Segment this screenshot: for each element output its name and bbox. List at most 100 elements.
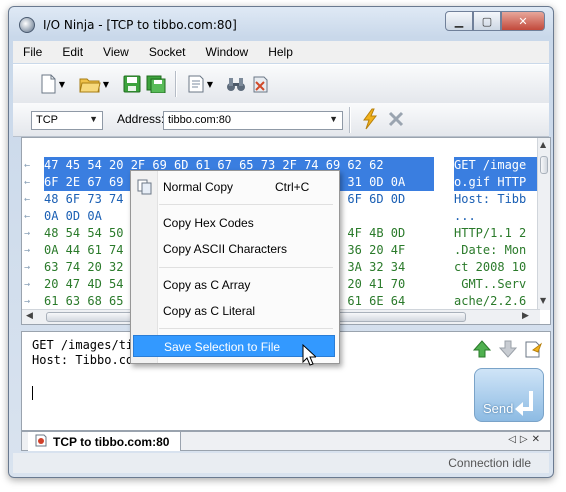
ascii-text: .Date: Mon — [454, 243, 527, 257]
ascii-text: GET /image — [454, 157, 538, 174]
address-value: tibbo.com:80 — [168, 114, 231, 126]
menu-file[interactable]: File — [13, 45, 52, 59]
close-icon[interactable]: ✕ — [501, 11, 545, 31]
save-icon[interactable] — [121, 73, 143, 95]
incoming-arrow-icon: → — [24, 279, 31, 290]
window-controls: ▁ ▢ ✕ — [445, 11, 545, 31]
tab-next-icon[interactable]: ▷ — [520, 434, 532, 445]
protocol-value: TCP — [36, 114, 58, 126]
menu-item-label: Copy as C Literal — [163, 304, 256, 318]
menu-item-shortcut: Ctrl+C — [275, 180, 310, 194]
open-dropdown-icon[interactable]: ▼ — [101, 73, 111, 95]
enter-arrow-icon — [513, 389, 537, 420]
main-toolbar: ▼ ▼ ▼ — [13, 64, 549, 104]
title-bar[interactable]: I/O Ninja - [TCP to tibbo.com:80] ▁ ▢ ✕ — [9, 7, 553, 41]
menu-bar: File Edit View Socket Window Help — [13, 41, 549, 63]
log-vertical-scrollbar[interactable]: ▲ ▼ — [537, 138, 550, 310]
ascii-text: Host: Tibb — [454, 192, 527, 206]
window-title: I/O Ninja - [TCP to tibbo.com:80] — [43, 18, 237, 32]
send-options — [472, 340, 544, 361]
connection-toolbar: TCP ▼ Address: tibbo.com:80 ▼ — [13, 103, 549, 137]
minimize-icon[interactable]: ▁ — [445, 11, 473, 31]
connect-lightning-icon[interactable] — [359, 108, 381, 130]
ascii-text: o.gif HTTP — [454, 174, 538, 191]
incoming-arrow-icon: → — [24, 228, 31, 239]
address-label: Address: — [117, 112, 165, 126]
outgoing-arrow-icon: ← — [24, 194, 31, 205]
text-caret — [32, 386, 33, 400]
copy-icon — [137, 179, 153, 202]
new-document-icon[interactable] — [37, 73, 59, 95]
menu-item-label: Copy as C Array — [163, 278, 251, 292]
menu-item-copy-c-array[interactable]: Copy as C Array — [133, 274, 335, 296]
context-menu: Normal Copy Ctrl+C Copy Hex Codes Copy A… — [130, 170, 340, 364]
chevron-down-icon: ▼ — [89, 114, 98, 124]
tab-label: TCP to tibbo.com:80 — [53, 434, 170, 449]
incoming-arrow-icon: → — [24, 245, 31, 256]
send-line-1: GET /images/ti — [32, 338, 134, 352]
tcp-session-icon — [34, 433, 48, 450]
ascii-text: GMT..Serv — [454, 277, 527, 291]
log-header-row: Established TCP connection with 81.171.4… — [22, 140, 550, 189]
outgoing-arrow-icon: ← — [24, 160, 31, 171]
protocol-select[interactable]: TCP ▼ — [31, 111, 103, 130]
menu-help[interactable]: Help — [258, 45, 303, 59]
arrow-up-icon[interactable] — [472, 340, 492, 361]
menu-separator — [159, 204, 333, 205]
binoculars-icon[interactable] — [225, 73, 247, 95]
tab-bar: TCP to tibbo.com:80 ◁▷✕ — [21, 431, 551, 451]
disconnect-icon[interactable] — [385, 108, 407, 130]
send-file-icon[interactable] — [524, 340, 544, 361]
ascii-text: ache/2.2.6 — [454, 294, 527, 308]
scroll-left-icon[interactable]: ◀ — [26, 311, 33, 321]
menu-socket[interactable]: Socket — [139, 45, 196, 59]
mouse-pointer-icon — [302, 343, 318, 369]
menu-item-copy-c-literal[interactable]: Copy as C Literal — [133, 300, 335, 322]
incoming-arrow-icon: → — [24, 262, 31, 273]
scroll-down-icon[interactable]: ▼ — [540, 296, 546, 305]
menu-item-copy-ascii[interactable]: Copy ASCII Characters — [133, 238, 335, 260]
tab-tcp-connection[interactable]: TCP to tibbo.com:80 — [28, 432, 181, 451]
incoming-arrow-icon: → — [24, 296, 31, 307]
ascii-text: HTTP/1.1 2 — [454, 226, 527, 240]
maximize-icon[interactable]: ▢ — [473, 11, 501, 31]
status-bar: Connection idle — [13, 453, 549, 473]
ascii-text: ... — [454, 209, 476, 223]
menu-item-normal-copy[interactable]: Normal Copy Ctrl+C — [133, 176, 335, 198]
arrow-down-icon[interactable] — [498, 340, 518, 361]
clear-icon[interactable] — [249, 73, 271, 95]
app-icon — [19, 17, 35, 33]
toolbar-separator — [175, 71, 177, 97]
address-input[interactable]: tibbo.com:80 ▼ — [163, 111, 343, 130]
status-text: Connection idle — [448, 456, 531, 470]
ascii-text: ct 2008 10 — [454, 260, 527, 274]
menu-item-label: Save Selection to File — [164, 340, 281, 354]
send-button[interactable]: Send — [474, 368, 544, 422]
menu-edit[interactable]: Edit — [52, 45, 93, 59]
new-dropdown-icon[interactable]: ▼ — [57, 73, 67, 95]
menu-item-copy-hex[interactable]: Copy Hex Codes — [133, 212, 335, 234]
properties-dropdown-icon[interactable]: ▼ — [205, 73, 215, 95]
menu-view[interactable]: View — [93, 45, 139, 59]
menu-item-label: Copy Hex Codes — [163, 216, 254, 230]
tab-prev-icon[interactable]: ◁ — [508, 434, 520, 445]
tab-close-icon[interactable]: ✕ — [532, 434, 544, 445]
outgoing-arrow-icon: ← — [24, 211, 31, 222]
scroll-up-icon[interactable]: ▲ — [540, 140, 546, 149]
menu-window[interactable]: Window — [196, 45, 259, 59]
toolbar-separator — [349, 107, 351, 133]
scroll-thumb[interactable] — [540, 156, 548, 174]
tab-navigation: ◁▷✕ — [508, 434, 544, 445]
outgoing-arrow-icon: ← — [24, 177, 31, 188]
scroll-right-icon[interactable]: ▶ — [522, 311, 529, 321]
send-label: Send — [483, 401, 514, 416]
send-line-2: Host: Tibbo.co — [32, 353, 134, 367]
menu-item-label: Copy ASCII Characters — [163, 242, 288, 256]
chevron-down-icon: ▼ — [329, 114, 338, 124]
open-folder-icon[interactable] — [79, 73, 101, 95]
menu-separator — [159, 328, 333, 329]
menu-separator — [159, 267, 333, 268]
send-text-area[interactable]: GET /images/ti Host: Tibbo.co — [32, 338, 133, 368]
document-properties-icon[interactable] — [185, 73, 207, 95]
save-all-icon[interactable] — [145, 73, 167, 95]
